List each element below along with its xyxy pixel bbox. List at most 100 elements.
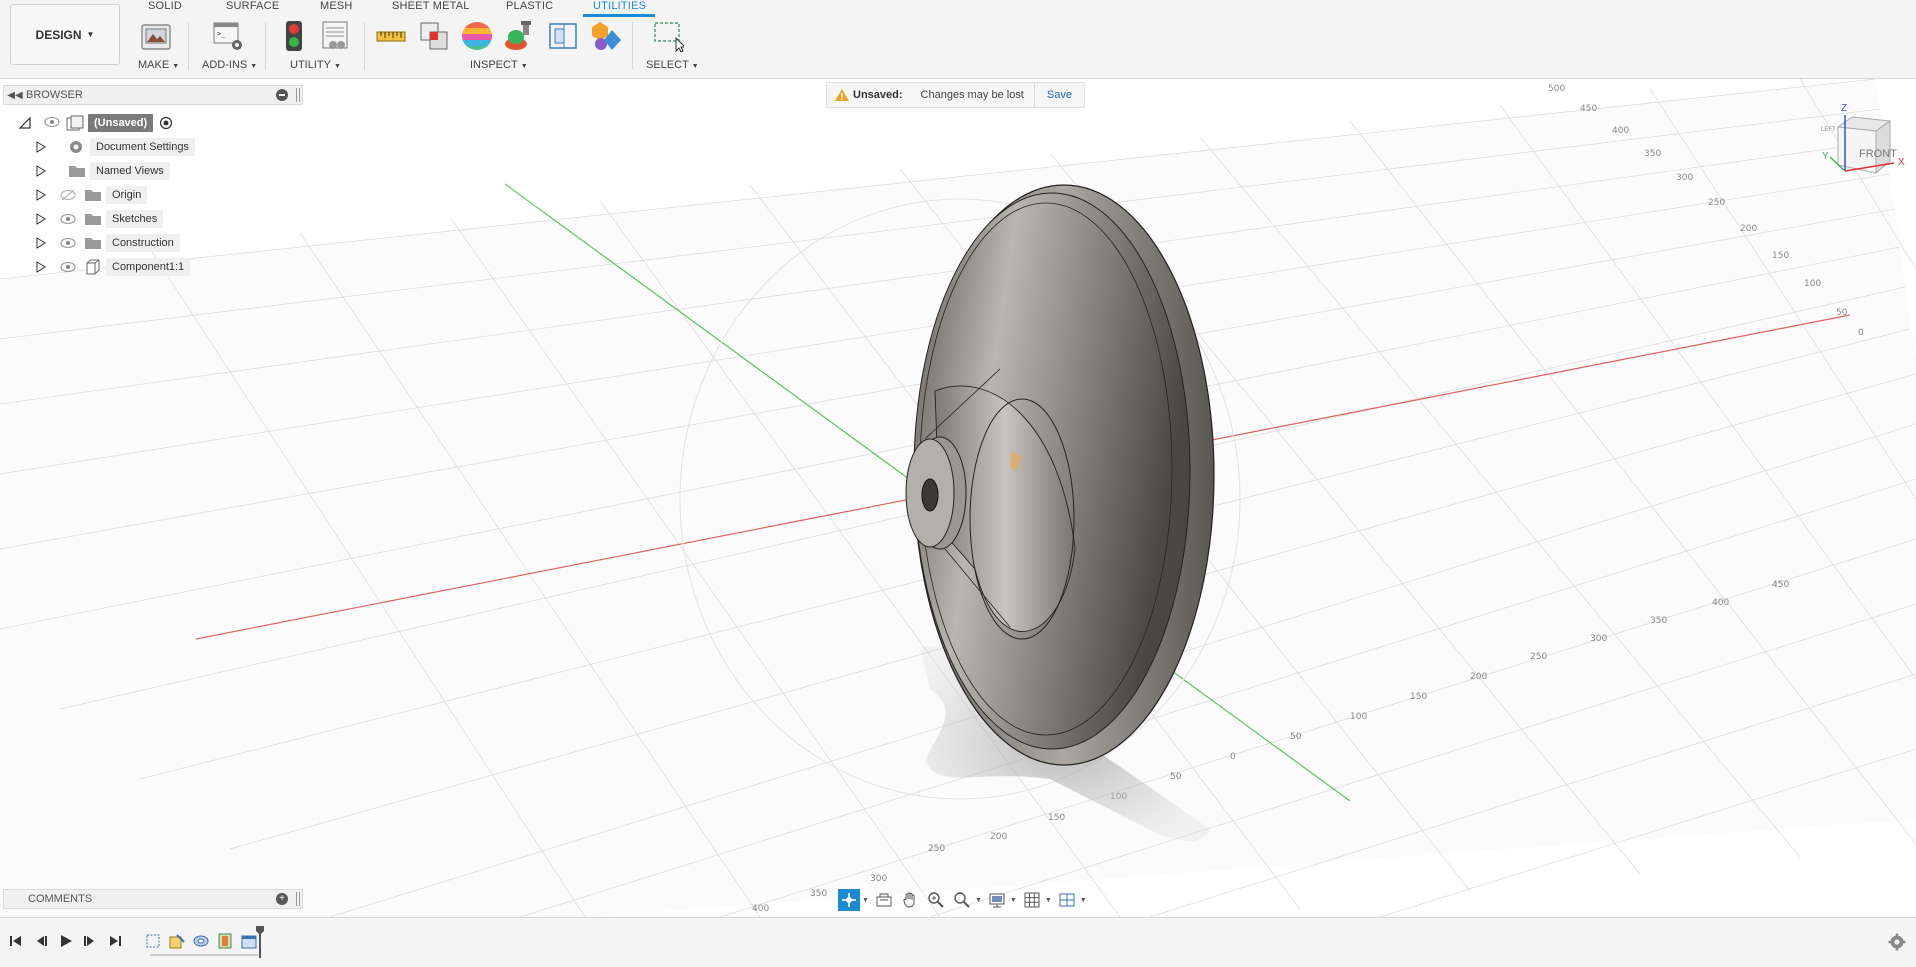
sketch-feature-icon[interactable] <box>144 932 162 950</box>
select-group-label[interactable]: SELECT ▼ <box>646 59 699 71</box>
expand-triangle-icon[interactable] <box>36 261 46 273</box>
browser-item-construction[interactable]: Construction <box>36 232 180 254</box>
browser-item-sketches[interactable]: Sketches <box>36 208 164 230</box>
orbit-icon[interactable] <box>838 889 860 911</box>
browser-item-label: Named Views <box>90 162 170 180</box>
viewcube[interactable]: FRONT LEFT Z X Y <box>1812 103 1912 187</box>
tab-mesh[interactable]: MESH <box>320 0 353 12</box>
viewports-icon[interactable] <box>1056 889 1078 911</box>
display-settings-icon[interactable] <box>986 889 1008 911</box>
chevron-down-icon[interactable]: ▼ <box>975 897 982 904</box>
chevron-down-icon: ▼ <box>172 63 180 70</box>
zoom-icon[interactable] <box>925 889 947 911</box>
chevron-down-icon: ▼ <box>520 63 528 70</box>
canvas-viewport[interactable]: 500 450 400 350 300 250 200 150 100 50 0… <box>0 79 1916 917</box>
gear-icon <box>68 139 84 155</box>
browser-item-component[interactable]: Component1:1 <box>36 256 191 278</box>
chevron-down-icon: ▼ <box>333 63 341 70</box>
fit-icon[interactable] <box>951 889 973 911</box>
viewcube-side-label: LEFT <box>1821 127 1836 133</box>
revolve-feature-icon[interactable] <box>192 932 210 950</box>
section-analysis-icon[interactable] <box>547 20 579 52</box>
make-group-label[interactable]: MAKE ▼ <box>138 59 179 71</box>
select-window-icon[interactable] <box>652 20 684 52</box>
tick-label: 350 <box>1650 616 1667 626</box>
tab-sheet-metal[interactable]: SHEET METAL <box>392 0 470 12</box>
chevron-down-icon[interactable]: ▼ <box>862 897 869 904</box>
3d-print-icon[interactable] <box>140 20 172 52</box>
z-axis-label: Z <box>1841 103 1848 114</box>
zebra-analysis-icon[interactable] <box>461 20 493 52</box>
expand-triangle-icon[interactable] <box>36 237 46 249</box>
chevron-down-icon[interactable]: ▼ <box>1045 897 1052 904</box>
tick-label: 250 <box>1530 652 1547 662</box>
measure-icon[interactable] <box>375 20 407 52</box>
drag-handle-icon[interactable] <box>296 88 300 102</box>
chevron-down-icon[interactable]: ▼ <box>1010 897 1017 904</box>
browser-item-label: Component1:1 <box>106 258 191 276</box>
skip-end-icon[interactable] <box>107 933 123 949</box>
divider <box>632 22 633 70</box>
tab-surface[interactable]: SURFACE <box>226 0 279 12</box>
save-link[interactable]: Save <box>1035 89 1084 101</box>
y-axis-label: Y <box>1822 151 1829 162</box>
toolbar: DESIGN ▼ SOLID SURFACE MESH SHEET METAL … <box>0 0 1916 79</box>
tab-utilities[interactable]: UTILITIES <box>593 0 646 12</box>
comments-panel-header[interactable]: COMMENTS + <box>3 889 303 909</box>
visibility-hidden-icon[interactable] <box>60 189 76 201</box>
scripts-addins-icon[interactable]: >_ <box>212 20 244 52</box>
collapse-panel-icon[interactable]: ◀◀ <box>4 90 26 101</box>
visibility-eye-icon[interactable] <box>60 261 76 273</box>
tick-label: 150 <box>1410 692 1427 702</box>
tick-label: 450 <box>1580 104 1597 114</box>
browser-root-row[interactable]: (Unsaved) <box>18 112 173 134</box>
skip-start-icon[interactable] <box>8 933 24 949</box>
visibility-eye-icon[interactable] <box>60 237 76 249</box>
inspect-group-label[interactable]: INSPECT ▼ <box>470 59 528 71</box>
folder-icon <box>84 212 102 226</box>
visibility-eye-icon[interactable] <box>60 213 76 225</box>
traffic-light-icon[interactable] <box>278 20 310 52</box>
browser-item-origin[interactable]: Origin <box>36 184 148 206</box>
activate-radio-icon[interactable] <box>159 116 173 130</box>
sketch-feature-icon[interactable] <box>168 932 186 950</box>
browser-item-named-views[interactable]: Named Views <box>36 160 170 182</box>
minimize-icon[interactable] <box>276 89 288 101</box>
visibility-eye-icon[interactable] <box>44 116 60 130</box>
workspace-switcher[interactable]: DESIGN ▼ <box>10 4 120 65</box>
svg-text:>_: >_ <box>217 30 226 38</box>
tick-label: 250 <box>928 844 945 854</box>
play-icon[interactable] <box>58 933 74 949</box>
step-back-icon[interactable] <box>33 933 49 949</box>
shell-feature-icon[interactable] <box>216 932 234 950</box>
drag-handle-icon[interactable] <box>296 892 300 906</box>
parameters-table-icon[interactable] <box>320 20 352 52</box>
workspace-label: DESIGN <box>35 27 82 42</box>
step-forward-icon[interactable] <box>82 933 98 949</box>
grid-canvas[interactable]: 500 450 400 350 300 250 200 150 100 50 0… <box>0 79 1916 917</box>
draft-analysis-icon[interactable] <box>503 20 535 52</box>
utility-group-label[interactable]: UTILITY ▼ <box>290 59 341 71</box>
expand-triangle-icon[interactable] <box>36 213 46 225</box>
pan-icon[interactable] <box>899 889 921 911</box>
timeline-settings-gear-icon[interactable] <box>1888 933 1906 951</box>
component-color-cycling-icon[interactable] <box>590 20 622 52</box>
tab-solid[interactable]: SOLID <box>148 0 182 12</box>
expand-triangle-icon[interactable] <box>36 189 46 201</box>
document-name[interactable]: (Unsaved) <box>88 114 154 132</box>
expand-triangle-icon[interactable] <box>36 141 46 153</box>
interference-icon[interactable] <box>418 20 450 52</box>
look-at-icon[interactable] <box>873 889 895 911</box>
expand-all-icon[interactable] <box>18 116 32 130</box>
chevron-down-icon[interactable]: ▼ <box>1080 897 1087 904</box>
expand-triangle-icon[interactable] <box>36 165 46 177</box>
addins-group-label[interactable]: ADD-INS ▼ <box>202 59 257 71</box>
browser-item-document-settings[interactable]: Document Settings <box>36 136 195 158</box>
tick-label: 50 <box>1290 732 1302 742</box>
tab-plastic[interactable]: PLASTIC <box>506 0 553 12</box>
tick-label: 200 <box>990 832 1007 842</box>
chevron-down-icon: ▼ <box>691 63 699 70</box>
add-comment-icon[interactable]: + <box>276 893 288 905</box>
warning-icon <box>831 85 853 105</box>
grid-settings-icon[interactable] <box>1021 889 1043 911</box>
